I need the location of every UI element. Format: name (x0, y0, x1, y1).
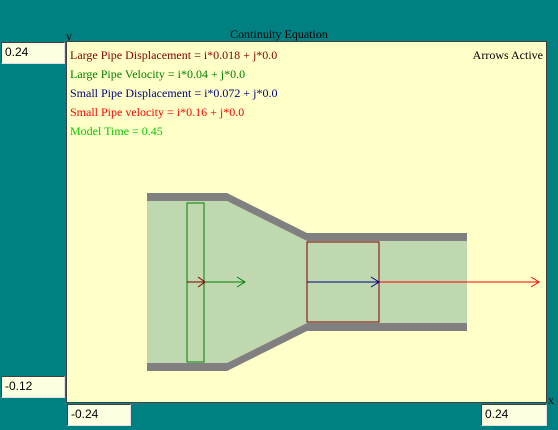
y-min-field[interactable]: -0.12 (1, 376, 65, 398)
pipe-diagram (147, 193, 540, 371)
x-max-field[interactable]: 0.24 (481, 404, 547, 426)
y-max-field[interactable]: 0.24 (1, 42, 65, 64)
x-min-field[interactable]: -0.24 (67, 404, 131, 426)
simulation-canvas[interactable]: Large Pipe Displacement = i*0.018 + j*0.… (66, 41, 547, 403)
x-axis-label: x (548, 393, 554, 407)
applet-window: { "title": "Continuity Equation", "axes"… (0, 0, 558, 430)
window-title: Continuity Equation (230, 27, 328, 41)
